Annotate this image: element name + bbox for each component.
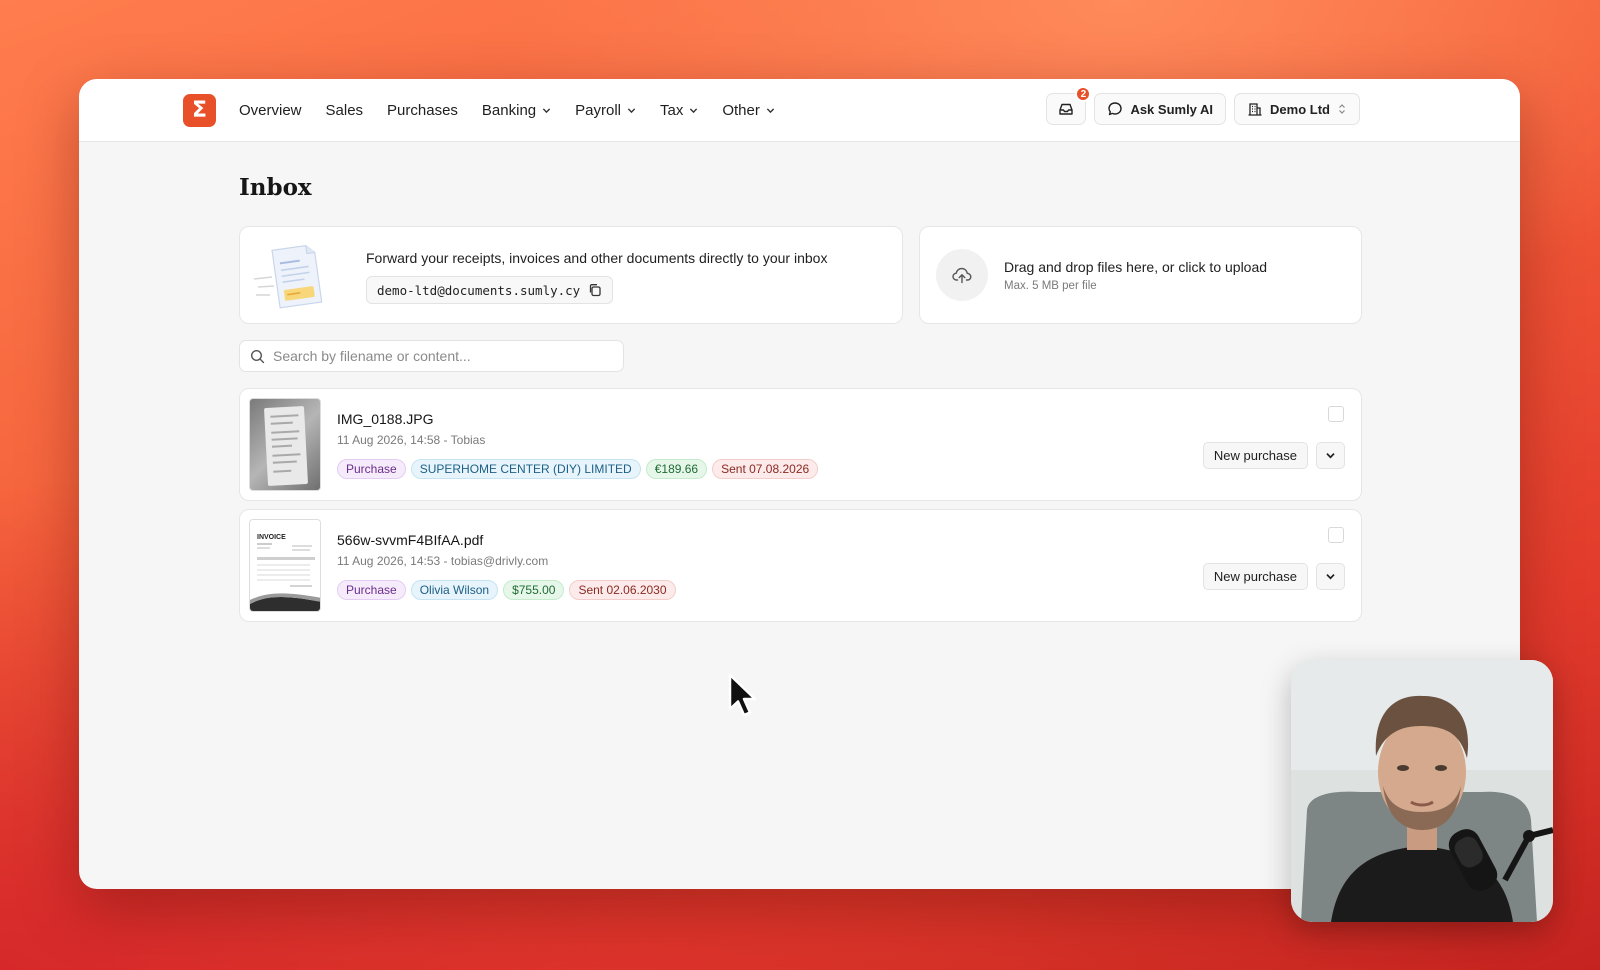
upload-size-limit: Max. 5 MB per file: [1004, 280, 1097, 292]
invoice-thumbnail[interactable]: INVOICE: [249, 519, 321, 612]
ask-ai-label: Ask Sumly AI: [1130, 101, 1214, 117]
inbox-email-chip[interactable]: demo-ltd@documents.sumly.cy: [366, 276, 614, 304]
nav-sales[interactable]: Sales: [326, 102, 364, 119]
nav-overview-label: Overview: [239, 102, 302, 119]
top-navigation-bar: Σ Overview Sales Purchases Banking Payro…: [79, 79, 1520, 142]
receipt-thumbnail[interactable]: [249, 398, 321, 491]
nav-overview[interactable]: Overview: [239, 102, 302, 119]
company-switcher[interactable]: Demo Ltd: [1234, 93, 1360, 125]
nav-sales-label: Sales: [325, 102, 364, 119]
search-input[interactable]: [273, 348, 613, 364]
row-actions: New purchase: [1202, 563, 1345, 590]
document-list: IMG_0188.JPG 11 Aug 2026, 14:58 - Tobias…: [239, 388, 1362, 622]
upload-icon-circle: [936, 249, 988, 301]
document-filename[interactable]: 566w-svvmF4BIfAA.pdf: [337, 532, 483, 548]
copy-icon[interactable]: [588, 283, 602, 297]
chevron-up-down-icon: [1339, 104, 1345, 114]
main-nav: Overview Sales Purchases Banking Payroll…: [239, 79, 775, 142]
receipt-line: [271, 430, 300, 434]
nav-tax-label: Tax: [660, 102, 684, 119]
document-row[interactable]: INVOICE 566w-svvmF4BIfAA.pdf 11 Aug 2026…: [239, 509, 1362, 622]
receipt-line: [272, 453, 301, 457]
row-select-checkbox[interactable]: [1328, 406, 1344, 422]
building-icon: [1248, 103, 1262, 116]
inbox-button[interactable]: 2: [1046, 86, 1092, 125]
nav-payroll[interactable]: Payroll: [575, 102, 636, 119]
receipt-paper: [263, 406, 309, 486]
inbox-email-address: demo-ltd@documents.sumly.cy: [377, 282, 581, 298]
chevron-down-icon: [766, 108, 774, 114]
webcam-overlay: [1291, 660, 1553, 922]
more-actions-button[interactable]: [1316, 442, 1345, 469]
document-filename[interactable]: IMG_0188.JPG: [337, 411, 434, 427]
inbox-count-badge: 2: [1075, 86, 1092, 102]
company-label: Demo Ltd: [1270, 101, 1330, 117]
receipt-line: [270, 421, 293, 425]
presenter-video: [1291, 660, 1553, 922]
upload-dropzone[interactable]: Drag and drop files here, or click to up…: [919, 226, 1362, 324]
nav-tax[interactable]: Tax: [660, 102, 698, 119]
main-content: Inbox Forward your receipts, invoices an…: [239, 142, 1362, 622]
inbox-info-cards: Forward your receipts, invoices and othe…: [239, 226, 1362, 324]
forward-instructions: Forward your receipts, invoices and othe…: [366, 250, 828, 266]
row-select-checkbox[interactable]: [1328, 527, 1344, 543]
receipt-line: [272, 460, 297, 464]
cloud-upload-icon: [952, 267, 972, 284]
document-tags: Purchase SUPERHOME CENTER (DIY) LIMITED …: [337, 459, 819, 479]
nav-purchases[interactable]: Purchases: [387, 102, 458, 119]
chevron-down-icon: [627, 108, 636, 114]
more-actions-button[interactable]: [1316, 563, 1345, 590]
document-illustration: [253, 244, 323, 309]
amount-tag: $755.00: [503, 580, 565, 600]
new-purchase-button[interactable]: New purchase: [1202, 563, 1308, 590]
chat-bubble-icon: [1108, 102, 1123, 116]
chevron-down-icon: [1326, 453, 1335, 459]
amount-tag: €189.66: [645, 459, 708, 479]
chevron-down-icon: [690, 108, 698, 114]
document-tags: Purchase Olivia Wilson $755.00 Sent 02.0…: [337, 580, 676, 600]
receipt-line: [273, 469, 292, 473]
date-tag: Sent 07.08.2026: [712, 459, 819, 479]
nav-purchases-label: Purchases: [387, 102, 458, 119]
mouse-cursor-icon: [728, 673, 757, 717]
type-tag: Purchase: [337, 580, 406, 600]
receipt-line: [270, 414, 299, 418]
vendor-tag: Olivia Wilson: [410, 580, 499, 600]
forward-email-card: Forward your receipts, invoices and othe…: [239, 226, 903, 324]
nav-other-label: Other: [722, 102, 760, 119]
invoice-preview: INVOICE: [250, 520, 320, 611]
date-tag: Sent 02.06.2030: [569, 580, 676, 600]
nav-payroll-label: Payroll: [575, 102, 621, 119]
upload-title: Drag and drop files here, or click to up…: [1004, 259, 1268, 275]
header-actions: 2 Ask Sumly AI Demo Ltd: [1046, 86, 1360, 125]
inbox-icon: [1059, 103, 1074, 115]
invoice-heading: INVOICE: [257, 534, 286, 541]
document-meta: 11 Aug 2026, 14:58 - Tobias: [337, 433, 486, 447]
sumly-logo[interactable]: Σ: [183, 94, 216, 127]
nav-other[interactable]: Other: [722, 102, 775, 119]
document-meta: 11 Aug 2026, 14:53 - tobias@drivly.com: [337, 554, 549, 568]
document-row[interactable]: IMG_0188.JPG 11 Aug 2026, 14:58 - Tobias…: [239, 388, 1362, 501]
ask-ai-button[interactable]: Ask Sumly AI: [1094, 93, 1227, 125]
chevron-down-icon: [1326, 574, 1335, 580]
page-title: Inbox: [239, 174, 312, 201]
search-box[interactable]: [239, 340, 624, 372]
receipt-line: [271, 437, 298, 441]
type-tag: Purchase: [337, 459, 406, 479]
search-icon: [250, 349, 265, 363]
new-purchase-button[interactable]: New purchase: [1202, 442, 1308, 469]
chevron-down-icon: [543, 108, 551, 114]
receipt-line: [271, 444, 293, 448]
vendor-tag: SUPERHOME CENTER (DIY) LIMITED: [410, 459, 641, 479]
nav-banking-label: Banking: [481, 102, 537, 119]
nav-banking[interactable]: Banking: [482, 102, 551, 119]
row-actions: New purchase: [1202, 442, 1345, 469]
